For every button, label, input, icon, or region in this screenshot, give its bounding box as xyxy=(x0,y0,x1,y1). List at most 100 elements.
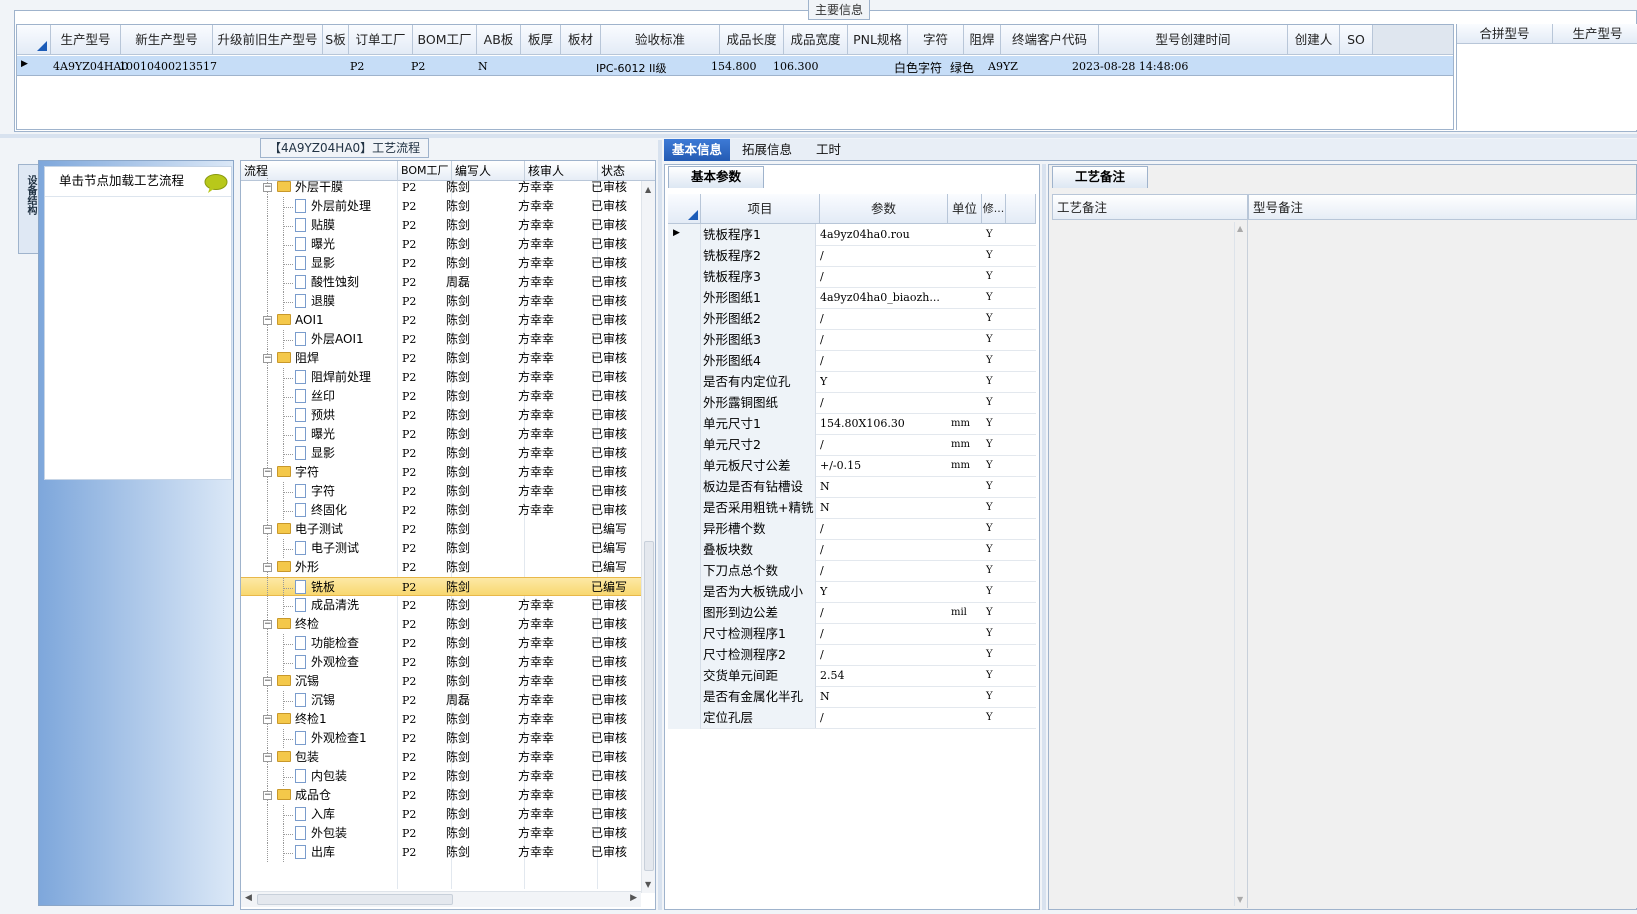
row-indicator[interactable] xyxy=(668,287,701,309)
param-cell-value[interactable]: / xyxy=(820,518,946,539)
param-row[interactable]: 铣板程序2/ Y xyxy=(668,245,1036,267)
tree-hscroll-thumb[interactable] xyxy=(257,894,453,905)
col-main-11[interactable]: 成品宽度 xyxy=(784,25,848,55)
tree-row[interactable]: 曝光 P2 陈剑 方幸幸 已审核 xyxy=(241,425,641,444)
param-cell-value[interactable]: / xyxy=(820,266,946,287)
param-cell-value[interactable]: / xyxy=(820,350,946,371)
col-main-18[interactable]: SO xyxy=(1340,25,1373,55)
tree-row[interactable]: 阻焊前处理 P2 陈剑 方幸幸 已审核 xyxy=(241,368,641,387)
param-cell-value[interactable]: / xyxy=(820,329,946,350)
tree-row[interactable]: 电子测试 P2 陈剑 已编写 xyxy=(241,539,641,558)
collapse-toggle-icon[interactable]: − xyxy=(263,753,272,762)
row-indicator[interactable] xyxy=(668,644,701,666)
collapse-toggle-icon[interactable]: − xyxy=(263,468,272,477)
grid-corner[interactable] xyxy=(17,25,51,55)
col-main-4[interactable]: 订单工厂 xyxy=(349,25,413,55)
param-row[interactable]: 是否采用粗铣+精铣 N Y xyxy=(668,497,1036,519)
param-row[interactable]: 是否有内定位孔 Y Y xyxy=(668,371,1036,393)
param-row[interactable]: 尺寸检测程序2/ Y xyxy=(668,644,1036,666)
cell-bom-factory[interactable]: P2 xyxy=(411,60,425,73)
row-indicator[interactable] xyxy=(668,476,701,498)
tree-row[interactable]: 酸性蚀刻 P2 周磊 方幸幸 已审核 xyxy=(241,273,641,292)
param-cell-value[interactable]: Y xyxy=(820,581,946,602)
tree-row[interactable]: − 阻焊 P2 陈剑 方幸幸 已审核 xyxy=(241,349,641,368)
notes-scrollbar[interactable]: ▲ ▼ xyxy=(1234,222,1246,906)
cell-character[interactable]: 白色字符 xyxy=(894,59,942,76)
model-notes-area[interactable] xyxy=(1249,220,1637,908)
tree-row[interactable]: 退膜 P2 陈剑 方幸幸 已审核 xyxy=(241,292,641,311)
row-indicator[interactable] xyxy=(668,308,701,330)
param-cell-value[interactable]: / xyxy=(820,560,946,581)
tab-work-hours[interactable]: 工时 xyxy=(808,139,849,161)
param-row[interactable]: 单元板尺寸公差 +/-0.15 mm Y xyxy=(668,455,1036,477)
param-cell-value[interactable]: / xyxy=(820,707,946,728)
tree-row[interactable]: 入库 P2 陈剑 方幸幸 已审核 xyxy=(241,805,641,824)
merge-grid[interactable]: 合拼型号 生产型号 xyxy=(1456,24,1637,130)
tree-row[interactable]: 曝光 P2 陈剑 方幸幸 已审核 xyxy=(241,235,641,254)
row-indicator[interactable] xyxy=(668,539,701,561)
param-cell-value[interactable]: / xyxy=(820,602,946,623)
col-main-16[interactable]: 型号创建时间 xyxy=(1099,25,1288,55)
param-row[interactable]: 外形露铜图纸 / Y xyxy=(668,392,1036,414)
row-indicator[interactable] xyxy=(668,266,701,288)
param-row[interactable]: 定位孔层 / Y xyxy=(668,707,1036,729)
param-row[interactable]: 图形到边公差 / mil Y xyxy=(668,602,1036,624)
tree-row[interactable]: 贴膜 P2 陈剑 方幸幸 已审核 xyxy=(241,216,641,235)
cell-model[interactable]: 4A9YZ04HA0 xyxy=(53,60,128,73)
param-cell-value[interactable]: 4a9yz04ha0_biaozh... xyxy=(820,287,946,308)
params-grid[interactable]: 项目 参数 单位 修... ▶ 铣板程序1 4a9yz04ha0.rou Y 铣板程序2… xyxy=(668,194,1036,754)
hint-card[interactable]: 单击节点加载工艺流程 xyxy=(44,166,232,480)
vertical-splitter-right[interactable] xyxy=(1042,164,1046,910)
col-main-15[interactable]: 终端客户代码 xyxy=(1001,25,1099,55)
cell-length[interactable]: 154.800 xyxy=(711,60,757,73)
collapse-toggle-icon[interactable]: − xyxy=(263,791,272,800)
tree-row[interactable]: − AOI1 P2 陈剑 方幸幸 已审核 xyxy=(241,311,641,330)
param-cell-value[interactable]: N xyxy=(820,476,946,497)
param-row[interactable]: 是否有金属化半孔 N Y xyxy=(668,686,1036,708)
row-indicator[interactable] xyxy=(668,686,701,708)
cell-new-model[interactable]: 10010400213517 xyxy=(119,60,217,73)
table-row-selected[interactable]: ▶ 4A9YZ04HA0 10010400213517 P2 P2 N IPC-… xyxy=(17,56,1453,76)
col-main-13[interactable]: 字符 xyxy=(908,25,964,55)
param-row[interactable]: 叠板块数 / Y xyxy=(668,539,1036,561)
col-modify[interactable]: 修... xyxy=(982,194,1006,224)
tree-row[interactable]: 成品清洗 P2 陈剑 方幸幸 已审核 xyxy=(241,596,641,615)
row-indicator[interactable] xyxy=(668,350,701,372)
tree-horizontal-scrollbar[interactable]: ◀ ▶ xyxy=(241,891,641,907)
col-main-7[interactable]: 板厚 xyxy=(521,25,561,55)
collapse-toggle-icon[interactable]: − xyxy=(263,715,272,724)
tree-row[interactable]: − 字符 P2 陈剑 方幸幸 已审核 xyxy=(241,463,641,482)
param-cell-value[interactable]: 2.54 xyxy=(820,665,946,686)
tree-row[interactable]: 丝印 P2 陈剑 方幸幸 已审核 xyxy=(241,387,641,406)
cell-customer-code[interactable]: A9YZ xyxy=(988,60,1018,73)
tree-row[interactable]: − 外层干膜 P2 陈剑 方幸幸 已审核 xyxy=(241,178,641,197)
param-cell-value[interactable]: N xyxy=(820,686,946,707)
tree-row[interactable]: 外观检查 P2 陈剑 方幸幸 已审核 xyxy=(241,653,641,672)
cell-created[interactable]: 2023-08-28 14:48:06 xyxy=(1072,60,1188,73)
param-cell-value[interactable]: / xyxy=(820,308,946,329)
tree-row[interactable]: − 沉锡 P2 陈剑 方幸幸 已审核 xyxy=(241,672,641,691)
row-indicator[interactable] xyxy=(668,497,701,519)
col-main-6[interactable]: AB板 xyxy=(477,25,521,55)
param-row[interactable]: 板边是否有钻槽设计N Y xyxy=(668,476,1036,515)
cell-ab-board[interactable]: N xyxy=(478,60,488,73)
process-notes-area[interactable] xyxy=(1052,220,1248,908)
param-cell-value[interactable]: 4a9yz04ha0.rou xyxy=(820,224,946,245)
col-process-notes[interactable]: 工艺备注 xyxy=(1052,194,1248,220)
tree-row[interactable]: − 终检 P2 陈剑 方幸幸 已审核 xyxy=(241,615,641,634)
param-row[interactable]: 尺寸检测程序1/ Y xyxy=(668,623,1036,645)
col-main-14[interactable]: 阻焊 xyxy=(964,25,1001,55)
row-indicator[interactable] xyxy=(668,602,701,624)
param-row[interactable]: 外形图纸4/ Y xyxy=(668,350,1036,372)
param-row[interactable]: 交货单元间距 2.54 Y xyxy=(668,665,1036,687)
tree-row[interactable]: 显影 P2 陈剑 方幸幸 已审核 xyxy=(241,254,641,273)
col-main-10[interactable]: 成品长度 xyxy=(720,25,784,55)
tab-extended-info[interactable]: 拓展信息 xyxy=(734,139,800,161)
col-main-17[interactable]: 创建人 xyxy=(1288,25,1340,55)
tree-row[interactable]: − 电子测试 P2 陈剑 已编写 xyxy=(241,520,641,539)
collapse-toggle-icon[interactable]: − xyxy=(263,677,272,686)
param-cell-value[interactable]: / xyxy=(820,245,946,266)
col-item[interactable]: 项目 xyxy=(701,194,820,224)
param-cell-value[interactable]: / xyxy=(820,623,946,644)
tree-vertical-scrollbar[interactable]: ▲ ▼ xyxy=(641,181,655,893)
